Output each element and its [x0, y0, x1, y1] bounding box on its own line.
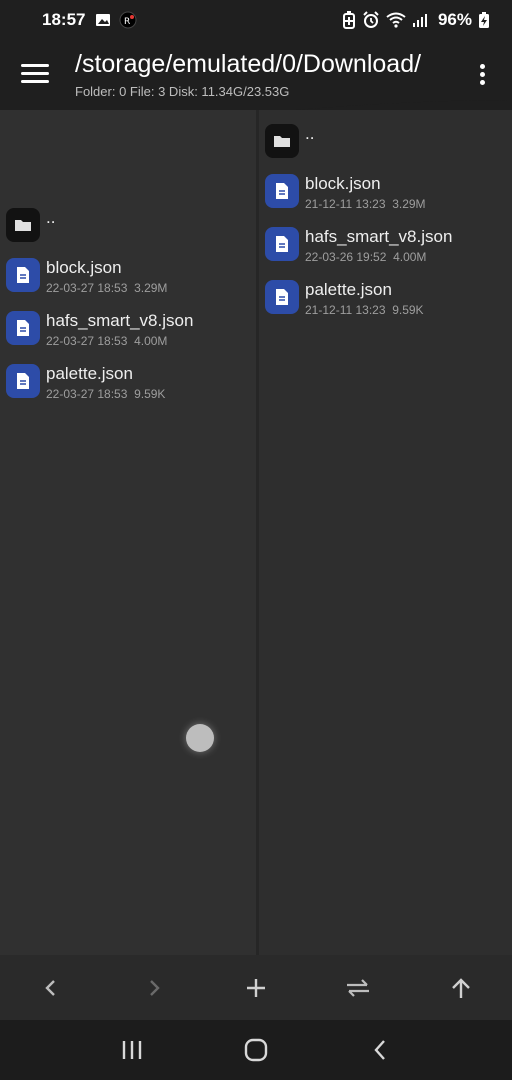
menu-icon-line — [21, 80, 49, 83]
file-date: 21-12-11 13:23 — [305, 303, 386, 317]
app-notification-icon: R — [119, 11, 137, 29]
file-size: 3.29M — [134, 281, 168, 295]
list-item[interactable]: hafs_smart_v8.json 22-03-27 18:53 4.00M — [0, 307, 256, 355]
menu-button[interactable] — [18, 60, 52, 90]
svg-text:R: R — [124, 17, 130, 27]
document-icon — [6, 311, 40, 345]
file-name: hafs_smart_v8.json — [305, 227, 453, 246]
home-icon — [244, 1038, 268, 1062]
more-vert-icon-dot — [479, 80, 485, 85]
document-icon — [265, 227, 299, 261]
list-item[interactable]: palette.json 22-03-27 18:53 9.59K — [0, 360, 256, 408]
parent-directory-button[interactable] — [410, 955, 512, 1020]
wifi-icon — [386, 12, 406, 28]
app-bar: /storage/emulated/0/Download/ Folder: 0 … — [0, 44, 512, 108]
up-arrow-icon — [451, 977, 470, 998]
current-path: /storage/emulated/0/Download/ — [75, 50, 422, 78]
more-vert-icon-dot — [479, 72, 485, 77]
recents-icon — [122, 1041, 142, 1059]
file-name: block.json — [46, 258, 122, 277]
bottom-toolbar — [0, 955, 512, 1020]
file-name: palette.json — [46, 364, 133, 383]
add-button[interactable] — [205, 955, 307, 1020]
image-icon — [96, 14, 111, 26]
file-meta: 22-03-27 18:53 9.59K — [46, 387, 165, 401]
document-icon — [265, 280, 299, 314]
document-icon — [6, 364, 40, 398]
system-back-button[interactable] — [350, 1020, 410, 1080]
plus-icon — [247, 978, 266, 997]
parent-folder-label: .. — [46, 208, 56, 227]
folder-icon — [265, 124, 299, 158]
back-chevron-icon — [374, 1040, 385, 1060]
battery-saver-icon — [342, 11, 355, 29]
touch-indicator — [186, 724, 214, 752]
file-meta: 22-03-27 18:53 4.00M — [46, 334, 167, 348]
file-meta: 22-03-27 18:53 3.29M — [46, 281, 167, 295]
status-time: 18:57 — [42, 10, 86, 29]
file-date: 22-03-26 19:52 — [305, 250, 387, 264]
left-parent-folder[interactable]: .. — [0, 204, 256, 252]
file-date: 22-03-27 18:53 — [46, 334, 128, 348]
more-options-button[interactable] — [474, 62, 490, 88]
battery-percent: 96% — [437, 10, 472, 29]
file-name: block.json — [305, 174, 381, 193]
file-size: 9.59K — [392, 303, 424, 317]
system-nav-bar — [0, 1020, 512, 1080]
menu-icon — [21, 64, 49, 67]
file-meta: 21-12-11 13:23 3.29M — [305, 197, 426, 211]
parent-folder-label: .. — [305, 124, 315, 143]
file-name: hafs_smart_v8.json — [46, 311, 194, 330]
screen: 18:57 R 96% /storage/emulated/0/Download… — [0, 0, 512, 1080]
status-bar: 18:57 R 96% — [0, 0, 512, 40]
swap-panes-button[interactable] — [307, 955, 409, 1020]
forward-arrow-icon — [149, 979, 160, 996]
home-button[interactable] — [226, 1020, 286, 1080]
menu-icon-line — [21, 72, 49, 75]
battery-charging-icon — [479, 12, 489, 28]
file-meta: 22-03-26 19:52 4.00M — [305, 250, 426, 264]
alarm-icon — [363, 11, 379, 28]
list-item[interactable]: block.json 21-12-11 13:23 3.29M — [259, 170, 512, 218]
document-icon — [265, 174, 299, 208]
file-meta: 21-12-11 13:23 9.59K — [305, 303, 424, 317]
swap-icon — [347, 978, 370, 997]
list-item[interactable]: block.json 22-03-27 18:53 3.29M — [0, 254, 256, 302]
file-size: 4.00M — [134, 334, 168, 348]
back-arrow-icon — [45, 979, 56, 996]
folder-icon — [6, 208, 40, 242]
file-name: palette.json — [305, 280, 392, 299]
file-size: 9.59K — [134, 387, 166, 401]
right-pane: .. block.json 21-12-11 13:23 3.29M hafs_… — [259, 110, 512, 955]
file-date: 22-03-27 18:53 — [46, 387, 128, 401]
forward-button[interactable] — [102, 955, 204, 1020]
recents-button[interactable] — [102, 1020, 162, 1080]
signal-icon — [412, 14, 427, 27]
list-item[interactable]: palette.json 21-12-11 13:23 9.59K — [259, 276, 512, 324]
left-pane: .. block.json 22-03-27 18:53 3.29M hafs_… — [0, 110, 256, 955]
right-parent-folder[interactable]: .. — [259, 120, 512, 168]
folder-info: Folder: 0 File: 3 Disk: 11.34G/23.53G — [75, 84, 290, 99]
back-button[interactable] — [0, 955, 102, 1020]
document-icon — [6, 258, 40, 292]
list-item[interactable]: hafs_smart_v8.json 22-03-26 19:52 4.00M — [259, 223, 512, 271]
more-vert-icon — [479, 64, 485, 69]
file-date: 21-12-11 13:23 — [305, 197, 386, 211]
file-date: 22-03-27 18:53 — [46, 281, 128, 295]
file-size: 4.00M — [393, 250, 427, 264]
file-size: 3.29M — [392, 197, 426, 211]
